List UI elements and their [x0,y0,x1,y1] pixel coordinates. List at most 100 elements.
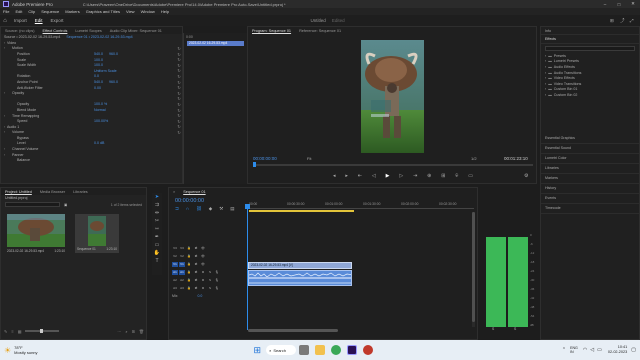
menu-clip[interactable]: Clip [25,9,38,14]
track-header[interactable]: V1 V1 🔒 ⇄ 👁 [172,260,247,268]
workspace-tab-export[interactable]: Export [47,18,68,23]
zoom-slider[interactable] [25,329,60,333]
chrome-icon[interactable] [331,345,342,355]
tab-source[interactable]: Source: (no clips) [1,29,39,33]
compare-icon[interactable]: ▭ [468,173,473,181]
program-quality-select[interactable]: 1/2 [471,156,477,161]
source-patch-toggle[interactable]: V1 [172,261,178,267]
start-button-icon[interactable]: ⊞ [254,345,262,356]
sync-lock-icon[interactable]: ⇄ [193,254,199,259]
effect-row[interactable]: Balance [4,157,182,163]
effect-value-1[interactable]: 0.00 [94,86,101,90]
track-header[interactable]: V3 V3 🔒 ⇄ 👁 [172,244,247,252]
project-search-input[interactable] [5,202,60,207]
playhead-marker[interactable] [253,162,256,167]
track-target-toggle[interactable]: V3 [179,246,185,251]
overwrite-icon[interactable]: ⊞ [441,173,445,181]
effect-value-1[interactable]: 100.00% [94,119,108,123]
home-icon[interactable]: ⌂ [0,18,10,24]
go-to-in-icon[interactable]: ⇤ [358,173,362,181]
effect-value-1[interactable]: 540.0 [94,80,103,84]
effect-value-1[interactable]: Normal [94,108,106,112]
workspace-tab-import[interactable]: Import [10,18,31,23]
sync-lock-icon[interactable]: ⇄ [193,286,199,291]
tab-sequence-01[interactable]: Sequence 01 [179,190,209,194]
sync-lock-icon[interactable]: ⇄ [193,278,199,283]
toggle-output-eye-icon[interactable]: 👁 [200,246,206,251]
media-encoder-icon[interactable] [363,345,374,355]
effect-value-1[interactable]: 100.0 % [94,102,107,106]
insert-icon[interactable]: ⊕ [427,173,431,181]
panel-section-essential-graphics[interactable]: Essential Graphics [541,134,639,144]
mark-out-icon[interactable]: ▸ [345,173,348,181]
track-target-toggle[interactable]: A3 [179,286,185,291]
close-sequence-icon[interactable]: × [169,190,179,194]
source-patch-toggle[interactable]: A1 [172,269,178,275]
track-target-toggle[interactable]: V1 [179,261,185,267]
source-patch-toggle[interactable]: A3 [172,286,178,291]
captions-icon[interactable]: ▤ [230,206,234,212]
track-select-icon[interactable]: ⇉ [153,201,161,209]
lock-track-icon[interactable]: 🔒 [186,254,192,259]
panel-section-essential-sound[interactable]: Essential Sound [541,144,639,154]
mic-icon[interactable]: 🎙 [214,270,220,275]
settings-icon[interactable]: ⚙ [524,173,528,179]
effect-value-1[interactable]: 0.0 [94,74,99,78]
solo-track-icon[interactable]: S [207,278,213,283]
lock-track-icon[interactable]: 🔒 [186,270,192,275]
maximize-button[interactable]: □ [612,2,626,7]
lock-track-icon[interactable]: 🔒 [186,278,192,283]
mini-clip-bar[interactable]: 2023-02-02 16-29-53.mp4 [187,41,244,46]
minimize-button[interactable]: – [598,2,612,7]
effect-value-2[interactable]: 960.0 [109,52,118,56]
tab-reference[interactable]: Reference: Sequence 01 [295,29,345,33]
mix-value[interactable]: 0.0 [197,294,202,298]
solo-track-icon[interactable]: S [207,286,213,291]
tab-lumetri-scopes[interactable]: Lumetri Scopes [71,29,105,33]
hand-tool-icon[interactable]: ✋ [153,249,161,257]
track-header[interactable]: A2 A2 🔒 ⇄ M S 🎙 [172,276,247,284]
meter-solo-left[interactable]: S [492,327,494,331]
close-button[interactable]: ✕ [626,1,640,7]
track-target-toggle[interactable]: V2 [179,254,185,259]
panel-section-timecode[interactable]: Timecode [541,204,639,214]
mute-track-icon[interactable]: M [200,278,206,283]
go-to-out-icon[interactable]: ⇥ [413,173,417,181]
pen-tool-icon[interactable]: ✒ [153,233,161,241]
effect-value-1[interactable]: 100.0 [94,63,103,67]
track-header[interactable]: A3 A3 🔒 ⇄ M S 🎙 [172,284,247,292]
tab-libraries[interactable]: Libraries [69,190,92,194]
panel-section-history[interactable]: History [541,184,639,194]
razor-tool-icon[interactable]: ✂ [153,217,161,225]
sequence-clip-label[interactable]: Sequence 01 • 2023-02-02 16-29-53.mp4 [66,35,132,39]
menu-edit[interactable]: Edit [12,9,25,14]
menu-file[interactable]: File [0,9,12,14]
tab-audio-clip-mixer[interactable]: Audio Clip Mixer: Sequence 01 [106,29,166,33]
meter-solo-right[interactable]: S [514,327,516,331]
taskbar-search[interactable]: ⌕ Search [266,345,297,355]
workspaces-icon[interactable]: ⊞ [610,18,620,24]
toggle-output-eye-icon[interactable]: 👁 [200,262,206,267]
menu-markers[interactable]: Markers [62,9,82,14]
tab-project[interactable]: Project: Untitled [1,190,36,194]
effects-search-box[interactable] [545,46,635,51]
selection-tool-icon[interactable]: ➤ [153,193,161,201]
panel-section-markers[interactable]: Markers [541,174,639,184]
tray-chevron-icon[interactable]: ⌃ [562,347,566,353]
lock-track-icon[interactable]: 🔒 [186,286,192,291]
notification-icon[interactable]: ▢ [631,347,636,353]
automate-icon[interactable]: ⋯ [117,329,121,334]
track-target-toggle[interactable]: A2 [179,278,185,283]
clock-date[interactable]: 02-02-2023 [608,350,627,355]
timeline-wrench-icon[interactable]: ⚒ [219,206,223,212]
effect-value-1[interactable]: 540.0 [94,52,103,56]
mic-icon[interactable]: 🎙 [214,278,220,283]
menu-graphics-and-titles[interactable]: Graphics and Titles [83,9,123,14]
export-frame-icon[interactable]: ⌾ [455,173,458,181]
timeline-v-scroll[interactable] [472,212,475,327]
lock-icon[interactable]: ✎ [4,329,7,334]
tab-effect-controls[interactable]: Effect Controls [39,29,72,33]
source-clip-label[interactable]: Source • 2023-02-02 16-29-53.mp4 [4,35,60,39]
program-timecode-left[interactable]: 00:00:00:00 [253,156,277,161]
effects-section-title[interactable]: Effects [541,35,639,44]
